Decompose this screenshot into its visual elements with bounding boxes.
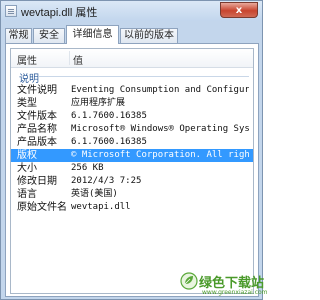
- column-header: 属性 值: [11, 49, 253, 68]
- property-row-date-modified[interactable]: 修改日期 2012/4/3 7:25: [11, 175, 253, 188]
- site-watermark: 绿色下载站 www.greenxiazai.com: [180, 270, 268, 298]
- property-list[interactable]: 属性 值 说明 文件说明 Eventing Consumption and Co…: [10, 48, 254, 294]
- property-row-product-name[interactable]: 产品名称 Microsoft® Windows® Operating Syste…: [11, 123, 253, 136]
- property-value: 6.1.7600.16385: [71, 137, 147, 147]
- property-value: 应用程序扩展: [71, 98, 126, 108]
- property-value: 256 KB: [71, 163, 104, 173]
- window-title: wevtapi.dll 属性: [21, 7, 98, 19]
- property-name: 产品版本: [17, 137, 57, 148]
- title-bar[interactable]: wevtapi.dll 属性 x: [1, 1, 262, 21]
- property-value: Eventing Consumption and Configur...: [71, 85, 249, 95]
- tab-details[interactable]: 详细信息: [66, 25, 119, 44]
- property-name: 语言: [17, 189, 37, 200]
- property-row-type[interactable]: 类型 应用程序扩展: [11, 97, 253, 110]
- property-value: 6.1.7600.16385: [71, 111, 147, 121]
- tab-general[interactable]: 常规: [5, 28, 32, 43]
- tab-previous-versions[interactable]: 以前的版本: [120, 28, 178, 43]
- property-name: 修改日期: [17, 176, 57, 187]
- property-value: Microsoft® Windows® Operating System: [71, 124, 249, 134]
- property-name: 原始文件名: [17, 202, 67, 213]
- file-icon: [5, 5, 17, 17]
- properties-dialog: wevtapi.dll 属性 x 常规 安全 详细信息 以前的版本 属性 值 说…: [0, 0, 263, 300]
- property-name: 文件说明: [17, 85, 57, 96]
- property-value: 英语(美国): [71, 189, 118, 199]
- details-panel: 属性 值 说明 文件说明 Eventing Consumption and Co…: [5, 43, 259, 297]
- property-value: © Microsoft Corporation. All righ...: [71, 150, 249, 160]
- property-row-file-version[interactable]: 文件版本 6.1.7600.16385: [11, 110, 253, 123]
- property-row-copyright[interactable]: 版权 © Microsoft Corporation. All righ...: [11, 149, 253, 162]
- property-name: 产品名称: [17, 124, 57, 135]
- property-name: 类型: [17, 98, 37, 109]
- property-name: 版权: [17, 150, 37, 161]
- group-label-description: 说明: [19, 74, 39, 85]
- property-value: 2012/4/3 7:25: [71, 176, 142, 186]
- column-header-value[interactable]: 值: [73, 52, 83, 67]
- leaf-logo-icon: [180, 272, 198, 290]
- property-row-original-filename[interactable]: 原始文件名 wevtapi.dll: [11, 201, 253, 214]
- group-divider: [39, 76, 249, 77]
- column-divider[interactable]: [69, 51, 70, 65]
- close-button[interactable]: x: [220, 2, 258, 18]
- tab-strip: 常规 安全 详细信息 以前的版本: [5, 25, 259, 44]
- property-name: 大小: [17, 163, 37, 174]
- property-value: wevtapi.dll: [71, 202, 131, 212]
- property-row-language[interactable]: 语言 英语(美国): [11, 188, 253, 201]
- property-row-file-description[interactable]: 文件说明 Eventing Consumption and Configur..…: [11, 84, 253, 97]
- tab-security[interactable]: 安全: [33, 28, 65, 43]
- property-row-product-version[interactable]: 产品版本 6.1.7600.16385: [11, 136, 253, 149]
- property-name: 文件版本: [17, 111, 57, 122]
- column-header-property[interactable]: 属性: [17, 52, 37, 67]
- property-row-size[interactable]: 大小 256 KB: [11, 162, 253, 175]
- watermark-url: www.greenxiazai.com: [202, 289, 268, 296]
